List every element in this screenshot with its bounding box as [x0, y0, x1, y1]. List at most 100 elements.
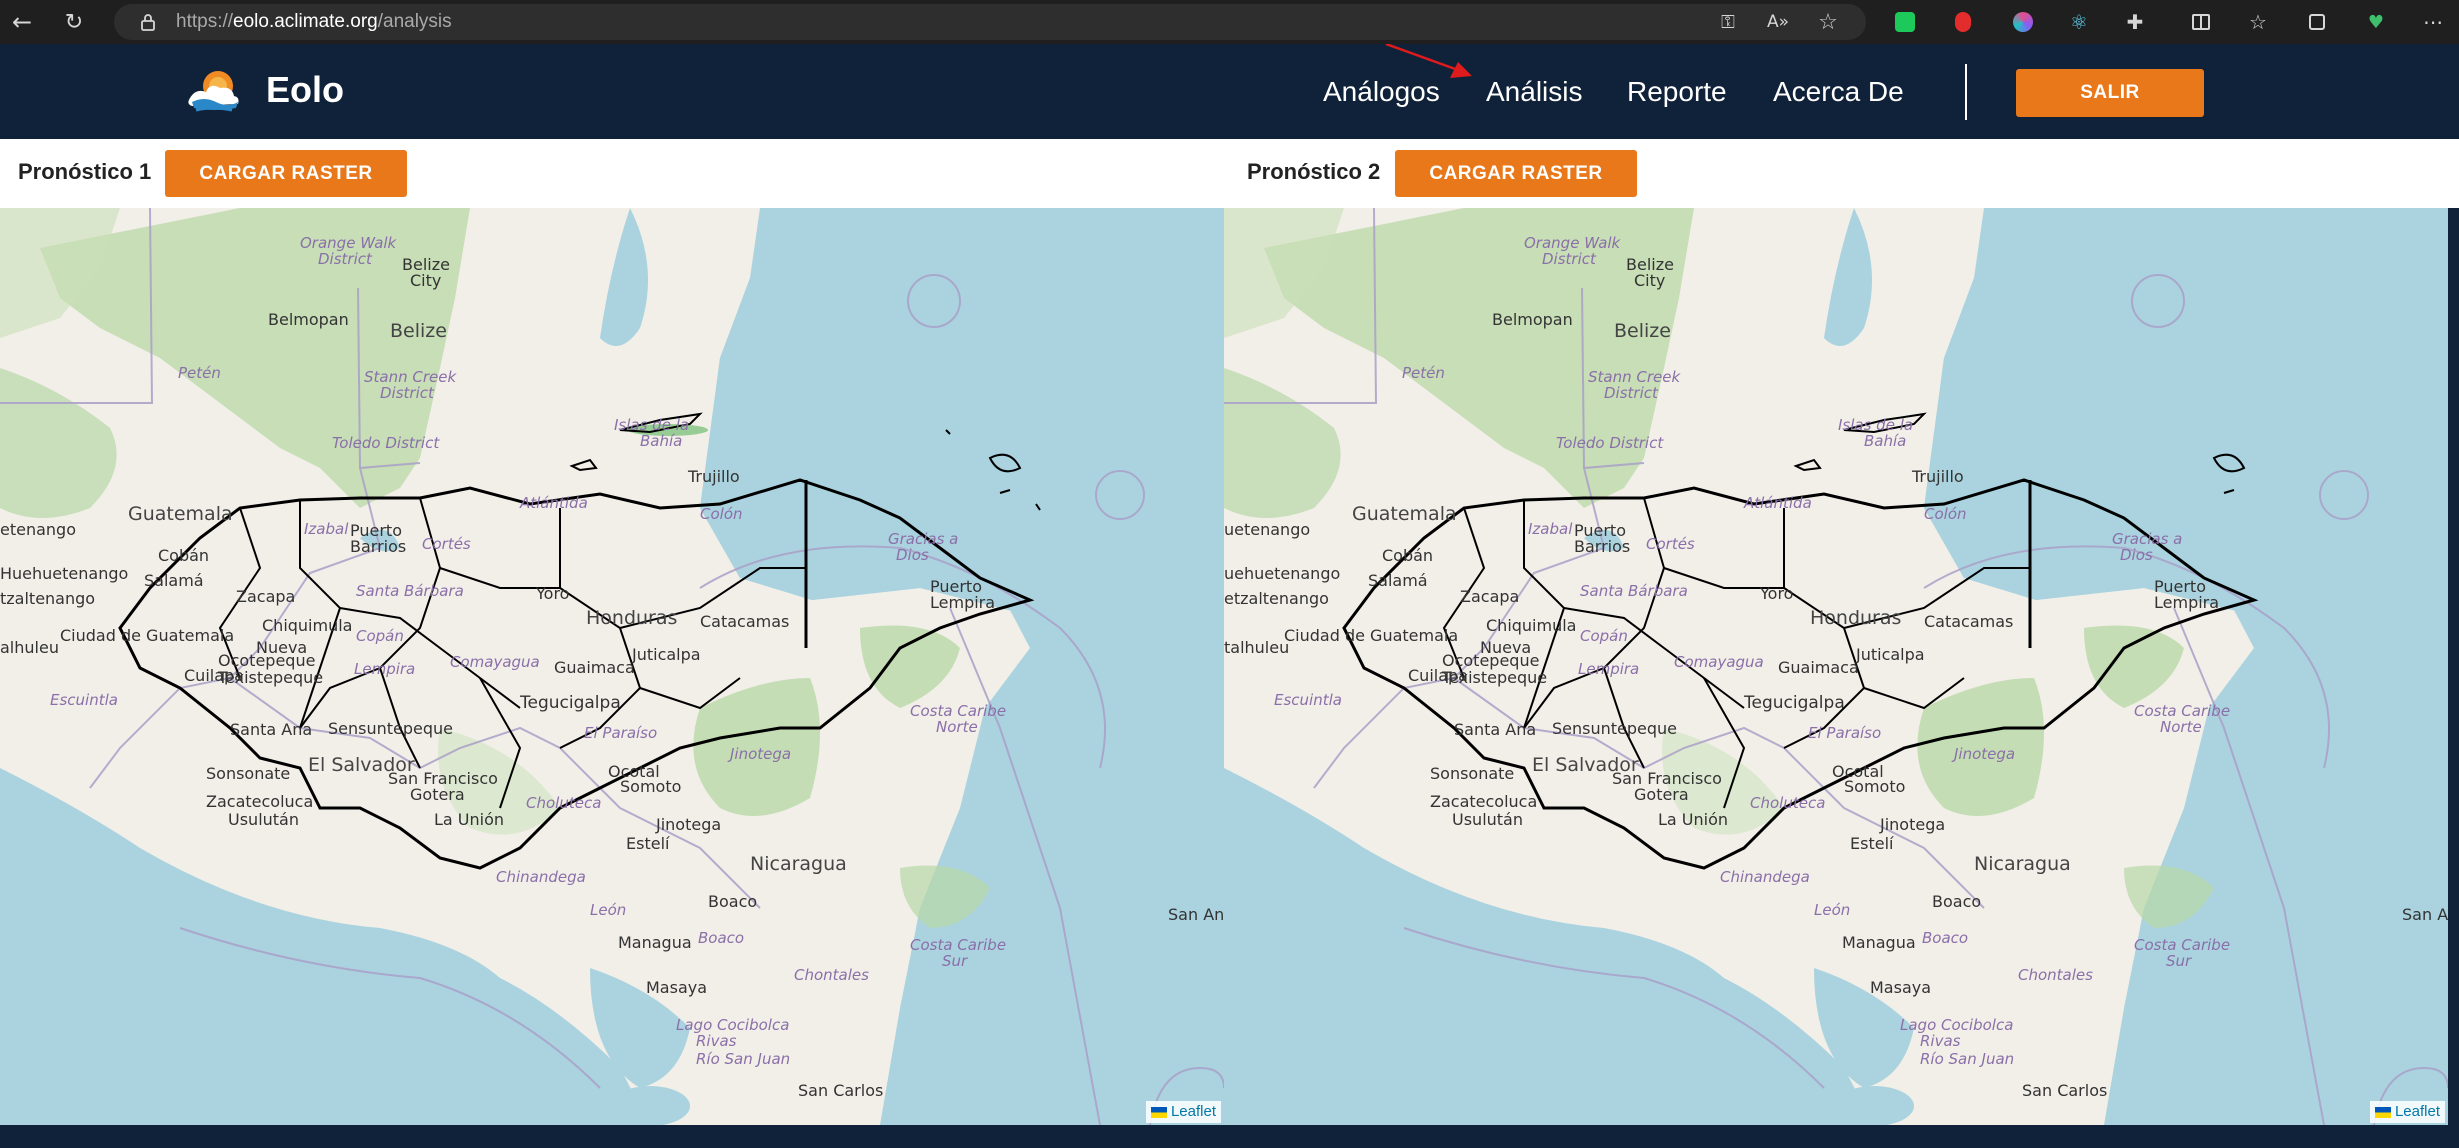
svg-text:Comayagua: Comayagua: [1674, 653, 1764, 671]
nav-reporte[interactable]: Reporte: [1627, 74, 1727, 110]
svg-text:Texistepeque: Texistepeque: [1441, 668, 1547, 687]
extension-react-icon[interactable]: ⚛: [2064, 0, 2094, 44]
extension-green-icon[interactable]: [1890, 0, 1920, 44]
map-1[interactable]: Guatemala Belize Honduras El Salvador Ni…: [0, 208, 1224, 1125]
back-icon[interactable]: ←: [4, 0, 40, 44]
svg-text:tzaltenango: tzaltenango: [0, 589, 95, 608]
svg-text:Comayagua: Comayagua: [450, 653, 540, 671]
svg-text:Sensuntepeque: Sensuntepeque: [328, 719, 453, 738]
svg-text:Zacapa: Zacapa: [236, 587, 295, 606]
forecast-toolbar: Pronóstico 1 CARGAR RASTER Pronóstico 2 …: [0, 139, 2459, 208]
favorites-icon[interactable]: ☆: [2243, 0, 2273, 44]
svg-text:Managua: Managua: [1842, 933, 1916, 952]
svg-text:Estelí: Estelí: [626, 834, 670, 853]
svg-text:Belmopan: Belmopan: [268, 310, 349, 329]
svg-text:Trujillo: Trujillo: [1911, 467, 1964, 486]
svg-text:Colón: Colón: [700, 505, 743, 523]
key-icon[interactable]: ⚿: [1714, 4, 1742, 40]
map-2-tiles[interactable]: Guatemala Belize Honduras El Salvador Ni…: [1224, 208, 2448, 1125]
svg-text:Guaimaca: Guaimaca: [554, 658, 635, 677]
refresh-icon[interactable]: ↻: [56, 0, 92, 44]
svg-text:Izabal: Izabal: [304, 520, 349, 538]
load-raster-2-button[interactable]: CARGAR RASTER: [1395, 150, 1637, 197]
leaflet-link[interactable]: Leaflet: [2395, 1102, 2440, 1122]
svg-text:La Unión: La Unión: [1658, 810, 1728, 829]
svg-text:Belize: Belize: [1614, 320, 1671, 342]
svg-text:Jinotega: Jinotega: [1879, 815, 1945, 834]
leaflet-link[interactable]: Leaflet: [1171, 1102, 1216, 1122]
url-host: eolo.aclimate.org: [233, 11, 378, 32]
svg-text:Trujillo: Trujillo: [687, 467, 740, 486]
url-text[interactable]: https://eolo.aclimate.org/analysis: [176, 4, 452, 40]
svg-text:San Carlos: San Carlos: [2022, 1081, 2107, 1100]
svg-text:Río San Juan: Río San Juan: [1920, 1050, 2014, 1068]
browser-health-icon[interactable]: ♥: [2361, 0, 2391, 44]
app-navbar: Eolo Análogos Análisis Reporte Acerca De…: [0, 44, 2459, 139]
svg-text:Petén: Petén: [178, 364, 221, 382]
svg-text:San Carlos: San Carlos: [798, 1081, 883, 1100]
extension-color-icon[interactable]: [2008, 0, 2038, 44]
address-bar[interactable]: https://eolo.aclimate.org/analysis ⚿ A» …: [114, 4, 1866, 40]
svg-text:Dios: Dios: [896, 546, 929, 564]
more-menu-icon[interactable]: ⋯: [2418, 0, 2448, 44]
svg-text:uehuetenango: uehuetenango: [1224, 564, 1340, 583]
logout-button[interactable]: SALIR: [2016, 69, 2204, 117]
svg-text:San And: San And: [2402, 905, 2448, 924]
read-aloud-icon[interactable]: A»: [1764, 4, 1792, 40]
svg-text:Sur: Sur: [942, 952, 968, 970]
svg-text:León: León: [590, 901, 626, 919]
svg-text:Chontales: Chontales: [2018, 966, 2093, 984]
svg-text:Somoto: Somoto: [1844, 777, 1905, 796]
svg-text:Norte: Norte: [2160, 718, 2202, 736]
svg-text:Chinandega: Chinandega: [1720, 868, 1810, 886]
map-2[interactable]: Guatemala Belize Honduras El Salvador Ni…: [1224, 208, 2448, 1125]
svg-text:Boaco: Boaco: [1932, 892, 1981, 911]
svg-text:etzaltenango: etzaltenango: [1224, 589, 1329, 608]
svg-text:Rivas: Rivas: [696, 1032, 737, 1050]
svg-text:Atlántida: Atlántida: [519, 494, 588, 512]
nav-analisis[interactable]: Análisis: [1486, 74, 1582, 110]
browser-toolbar: ← ↻ https://eolo.aclimate.org/analysis ⚿…: [0, 0, 2459, 44]
svg-text:Chontales: Chontales: [794, 966, 869, 984]
svg-text:Santa Bárbara: Santa Bárbara: [1580, 582, 1688, 600]
svg-text:Juticalpa: Juticalpa: [1855, 645, 1925, 664]
lock-icon[interactable]: [134, 4, 162, 40]
map-1-attribution[interactable]: Leaflet: [1145, 1101, 1221, 1123]
svg-text:Boaco: Boaco: [708, 892, 757, 911]
svg-text:Escuintla: Escuintla: [1274, 691, 1342, 709]
map-1-tiles[interactable]: Guatemala Belize Honduras El Salvador Ni…: [0, 208, 1224, 1125]
svg-text:talhuleu: talhuleu: [1224, 638, 1289, 657]
svg-text:Nueva: Nueva: [256, 638, 307, 657]
app-title[interactable]: Eolo: [266, 68, 344, 112]
nav-acerca-de[interactable]: Acerca De: [1773, 74, 1904, 110]
svg-text:Guatemala: Guatemala: [128, 503, 233, 525]
eolo-logo[interactable]: [186, 66, 242, 116]
svg-text:City: City: [410, 271, 441, 290]
svg-text:Nueva: Nueva: [1480, 638, 1531, 657]
svg-text:Lempira: Lempira: [2154, 593, 2219, 612]
svg-text:Tegucigalpa: Tegucigalpa: [519, 693, 621, 713]
svg-text:Chiquimula: Chiquimula: [262, 616, 352, 635]
svg-text:Barrios: Barrios: [350, 537, 406, 556]
split-screen-icon[interactable]: [2186, 0, 2216, 44]
svg-text:Juticalpa: Juticalpa: [631, 645, 701, 664]
favorite-star-icon[interactable]: ☆: [1814, 4, 1842, 40]
svg-text:Escuintla: Escuintla: [50, 691, 118, 709]
svg-text:Guatemala: Guatemala: [1352, 503, 1457, 525]
load-raster-1-button[interactable]: CARGAR RASTER: [165, 150, 407, 197]
svg-text:Toledo District: Toledo District: [332, 434, 440, 452]
svg-text:La Unión: La Unión: [434, 810, 504, 829]
svg-text:Copán: Copán: [1580, 627, 1628, 645]
svg-text:Zacatecoluca: Zacatecoluca: [206, 792, 313, 811]
svg-text:Lempira: Lempira: [1578, 660, 1639, 678]
extensions-puzzle-icon[interactable]: ✚: [2120, 0, 2150, 44]
svg-text:Toledo District: Toledo District: [1556, 434, 1664, 452]
extension-red-icon[interactable]: [1948, 0, 1978, 44]
svg-text:District: District: [1542, 250, 1597, 268]
nav-divider: [1965, 64, 1967, 120]
collections-icon[interactable]: [2302, 0, 2332, 44]
svg-text:Choluteca: Choluteca: [1750, 794, 1825, 812]
svg-text:Petén: Petén: [1402, 364, 1445, 382]
map-2-attribution[interactable]: Leaflet: [2369, 1101, 2445, 1123]
ukraine-flag-icon: [2374, 1106, 2391, 1118]
